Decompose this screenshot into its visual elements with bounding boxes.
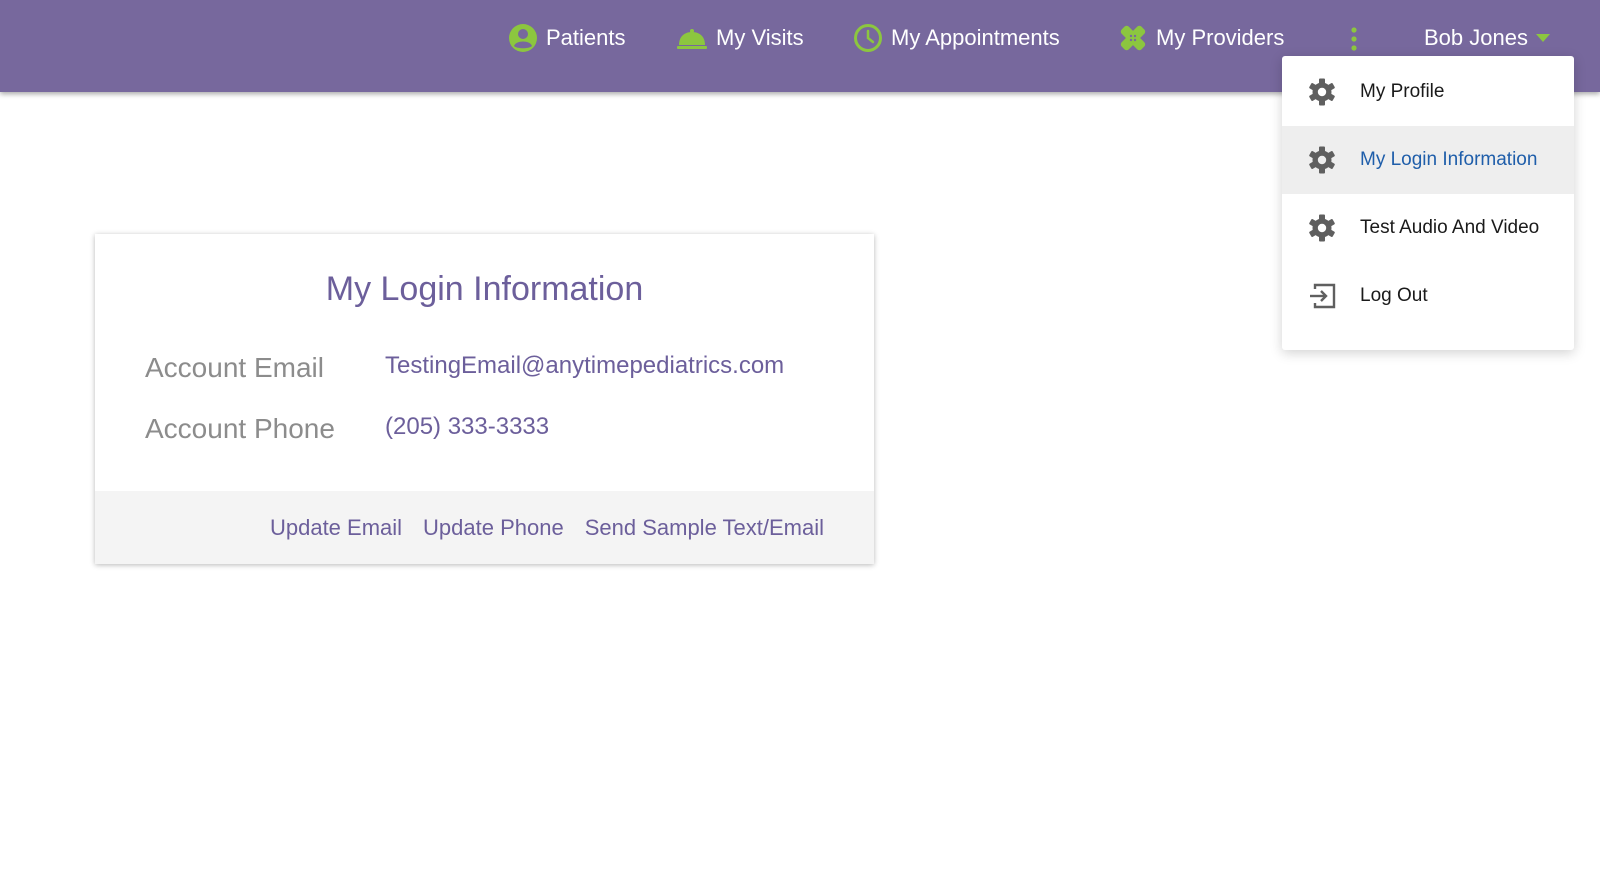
gear-icon xyxy=(1306,77,1338,107)
nav-my-appointments[interactable]: My Appointments xyxy=(853,20,1060,56)
update-email-button[interactable]: Update Email xyxy=(270,515,402,541)
user-name: Bob Jones xyxy=(1424,25,1528,50)
menu-item-my-profile[interactable]: My Profile xyxy=(1282,58,1574,126)
menu-item-label: Test Audio And Video xyxy=(1360,217,1540,238)
gear-icon xyxy=(1306,213,1338,243)
nav-my-visits[interactable]: My Visits xyxy=(676,20,804,56)
caret-down-icon xyxy=(1535,34,1550,42)
account-phone-label: Account Phone xyxy=(145,413,335,444)
service-bell-icon xyxy=(676,23,708,53)
send-sample-button[interactable]: Send Sample Text/Email xyxy=(585,515,824,541)
nav-patients-label: Patients xyxy=(546,25,626,50)
menu-item-label: My Login Information xyxy=(1360,149,1538,170)
card-actions: Update Email Update Phone Send Sample Te… xyxy=(95,491,874,564)
clock-icon xyxy=(853,23,883,53)
nav-my-appointments-label: My Appointments xyxy=(891,25,1060,50)
user-menu-toggle[interactable]: Bob Jones xyxy=(1424,20,1550,56)
more-vertical-icon[interactable] xyxy=(1344,24,1364,54)
account-email-value: TestingEmail@anytimepediatrics.com xyxy=(385,352,785,379)
nav-my-visits-label: My Visits xyxy=(716,25,804,50)
menu-item-my-login-information[interactable]: My Login Information xyxy=(1282,126,1574,194)
nav-my-providers[interactable]: My Providers xyxy=(1118,20,1284,56)
menu-item-label: My Profile xyxy=(1360,81,1445,102)
menu-item-log-out[interactable]: Log Out xyxy=(1282,262,1574,330)
menu-item-label: Log Out xyxy=(1360,285,1428,306)
nav-patients[interactable]: Patients xyxy=(508,20,626,56)
gear-icon xyxy=(1306,145,1338,175)
nav-my-providers-label: My Providers xyxy=(1156,25,1285,50)
bandage-icon xyxy=(1118,23,1148,53)
card-title: My Login Information xyxy=(325,270,644,308)
account-email-label: Account Email xyxy=(145,352,324,383)
login-info-card: My Login Information Account Email Testi… xyxy=(95,234,874,564)
account-phone-value: (205) 333-3333 xyxy=(385,413,550,440)
logout-icon xyxy=(1306,281,1338,311)
user-dropdown-menu: My Profile My Login Information Test Aud… xyxy=(1282,56,1574,350)
menu-item-test-audio-video[interactable]: Test Audio And Video xyxy=(1282,194,1574,262)
update-phone-button[interactable]: Update Phone xyxy=(423,515,564,541)
person-circle-icon xyxy=(508,23,538,53)
